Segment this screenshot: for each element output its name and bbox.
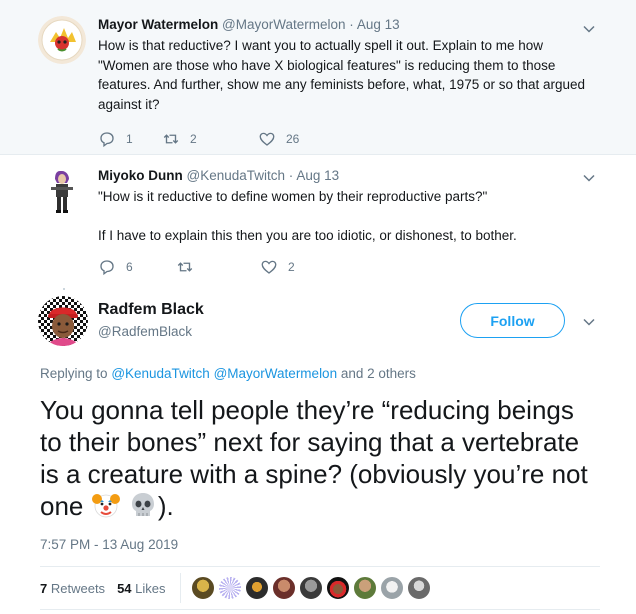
stats-divider [179,573,181,603]
liker-avatar[interactable] [406,576,431,600]
chevron-down-icon[interactable] [582,171,596,185]
retweet-icon [163,134,179,144]
mention-link[interactable]: @KenudaTwitch [111,366,210,381]
replying-prefix: Replying to [40,366,108,381]
liker-avatar[interactable] [190,576,215,600]
tweet-header: Mayor Watermelon @MayorWatermelon · Aug … [98,16,596,34]
like-button[interactable]: 2 [260,258,295,276]
retweets-stat[interactable]: 7 Retweets [40,581,105,596]
tweet-date[interactable]: Aug 13 [296,168,339,183]
likes-label: Likes [135,580,166,596]
retweets-count: 7 [40,580,48,596]
clown-face-emoji [91,490,121,520]
retweets-label: Retweets [50,580,106,596]
chevron-down-icon[interactable] [582,315,596,329]
display-name[interactable]: Mayor Watermelon [98,17,218,32]
tweet-text-body: You gonna tell people they’re “reducing … [40,395,588,521]
reply-button[interactable]: 6 [98,258,176,276]
tweet-date[interactable]: Aug 13 [357,17,400,32]
reply-icon [100,132,114,148]
tweet-actions: 6 2 [98,258,295,276]
avatar[interactable] [42,167,82,215]
retweet-count: 2 [190,132,197,146]
liker-avatar[interactable] [325,576,350,600]
liker-avatars [190,576,434,600]
mention-link[interactable]: @MayorWatermelon [214,366,337,381]
like-count: 2 [288,260,295,274]
liker-avatar[interactable] [271,576,296,600]
tweet-paragraph: "How is it reductive to define women by … [98,189,488,204]
like-button[interactable]: 26 [258,130,299,148]
reply-icon [100,260,114,276]
liker-avatar[interactable] [298,576,323,600]
tweet-text-end: ). [157,491,174,521]
tweet-paragraph: How is that reductive? I want you to act… [98,38,586,112]
liker-avatar[interactable] [217,576,242,600]
replying-suffix[interactable]: and 2 others [341,366,416,381]
heart-icon [259,132,275,146]
tweet-paragraph: If I have to explain this then you are t… [98,227,517,243]
user-handle[interactable]: @KenudaTwitch [187,168,286,183]
separator-dot: · [288,168,294,183]
likes-stat[interactable]: 54 Likes [117,581,165,596]
display-name[interactable]: Miyoko Dunn [98,168,183,183]
chevron-down-icon[interactable] [582,22,596,36]
retweet-icon [177,262,193,272]
main-tweet-text: You gonna tell people they’re “reducing … [40,394,600,522]
avatar[interactable] [38,296,88,346]
likes-count: 54 [117,580,132,596]
tweet-actions: 1 2 26 [98,130,299,148]
liker-avatar[interactable] [244,576,269,600]
tweet-text: "How is it reductive to define women by … [98,187,596,245]
separator-dot: · [349,17,354,32]
reply-button[interactable]: 1 [98,130,162,148]
thread-tweet-miyoko-dunn[interactable]: Miyoko Dunn @KenudaTwitch · Aug 13 "How … [0,155,636,288]
tweet-stats: 7 Retweets 54 Likes [40,566,600,610]
heart-icon [261,260,277,274]
follow-button[interactable]: Follow [460,303,565,338]
like-count: 26 [286,132,300,146]
tweet-timestamp[interactable]: 7:57 PM - 13 Aug 2019 [40,537,178,552]
tweet-text: How is that reductive? I want you to act… [98,36,596,114]
avatar[interactable] [38,16,86,64]
liker-avatar[interactable] [379,576,404,600]
reply-count: 1 [126,132,133,146]
reply-count: 6 [126,260,133,274]
tweet-header: Miyoko Dunn @KenudaTwitch · Aug 13 [98,167,596,185]
user-handle[interactable]: @MayorWatermelon [222,17,345,32]
replying-to: Replying to @KenudaTwitch @MayorWatermel… [40,366,416,381]
liker-avatar[interactable] [352,576,377,600]
display-name[interactable]: Radfem Black [98,301,204,319]
retweet-button[interactable]: 2 [162,130,258,148]
skull-emoji [128,490,158,520]
retweet-button[interactable] [176,258,260,276]
thread-tweet-mayor-watermelon[interactable]: Mayor Watermelon @MayorWatermelon · Aug … [0,0,636,155]
user-handle[interactable]: @RadfemBlack [98,324,192,339]
